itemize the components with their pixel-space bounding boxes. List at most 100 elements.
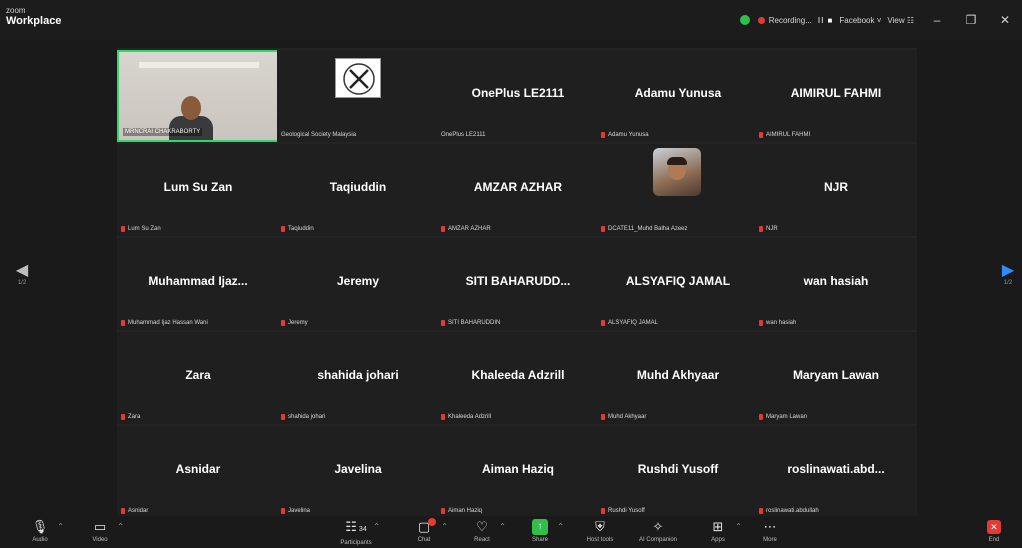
view-button[interactable]: View ☷: [887, 16, 914, 25]
participant-tile[interactable]: DCATE11_Muhd Balha Azeez: [597, 144, 759, 236]
mic-muted-icon: [601, 132, 605, 138]
mic-muted-icon: [601, 414, 605, 420]
share-options-caret-icon[interactable]: ⌃: [557, 522, 564, 531]
mic-muted-icon: [441, 320, 445, 326]
participant-tile[interactable]: Jeremy Jeremy: [277, 238, 439, 330]
participant-tile[interactable]: Taqiuddin Taqiuddin: [277, 144, 439, 236]
prev-page-button[interactable]: ◀ 1/2: [12, 262, 32, 288]
participant-label: Geological Society Malaysia: [281, 132, 357, 138]
share-label: Share: [531, 537, 548, 543]
share-button[interactable]: ↑ ⌃ Share: [514, 518, 566, 544]
participant-label: Maryam Lawan: [759, 414, 807, 420]
host-tools-label: Host tools: [586, 537, 614, 543]
mic-muted-icon: [441, 508, 445, 514]
recording-controls[interactable]: II ■: [818, 16, 834, 25]
meeting-toolbar: 🎙 ⌃ Audio ▭ ⌃ Video ☷ 34 ⌃ Participants ▢…: [0, 516, 1022, 548]
chat-unread-badge: [428, 518, 436, 526]
participants-options-caret-icon[interactable]: ⌃: [373, 522, 380, 531]
recording-status[interactable]: Recording...: [769, 16, 812, 25]
participant-tile[interactable]: OnePlus LE2111 OnePlus LE2111: [437, 50, 599, 142]
participant-tile[interactable]: wan hasiah wan hasiah: [755, 238, 917, 330]
ceiling-light: [139, 62, 259, 68]
participant-name: SITI BAHARUDD...: [465, 274, 571, 288]
mic-muted-icon: [281, 414, 285, 420]
participant-tile[interactable]: ALSYAFIQ JAMAL ALSYAFIQ JAMAL: [597, 238, 759, 330]
participant-name: Lum Su Zan: [163, 180, 233, 194]
participant-name: ALSYAFIQ JAMAL: [625, 274, 731, 288]
more-button[interactable]: ⋯ More: [744, 518, 796, 544]
participant-tile[interactable]: Muhd Akhyaar Muhd Akhyaar: [597, 332, 759, 424]
participant-label: Aiman Haziq: [441, 508, 482, 514]
participant-tile[interactable]: Zara Zara: [117, 332, 279, 424]
participant-name: Rushdi Yusoff: [637, 462, 719, 476]
apps-button[interactable]: ⊞ ⌃ Apps: [692, 518, 744, 544]
participants-button[interactable]: ☷ 34 ⌃ Participants: [330, 518, 382, 547]
participant-tile[interactable]: Javelina Javelina: [277, 426, 439, 518]
share-screen-icon: ↑: [532, 519, 548, 535]
security-shield-icon[interactable]: [739, 15, 750, 25]
participant-tile[interactable]: Lum Su Zan Lum Su Zan: [117, 144, 279, 236]
next-page-button[interactable]: ▶ 1/2: [998, 262, 1018, 288]
ai-companion-button[interactable]: ✧ AI Companion: [632, 518, 684, 544]
minimize-button[interactable]: –: [920, 13, 954, 27]
participant-tile[interactable]: shahida johari shahida johari: [277, 332, 439, 424]
participant-tile[interactable]: AMZAR AZHAR AMZAR AZHAR: [437, 144, 599, 236]
participant-name: NJR: [823, 180, 848, 194]
participant-tile[interactable]: AIMIRUL FAHMI AIMIRUL FAHMI: [755, 50, 917, 142]
apps-options-caret-icon[interactable]: ⌃: [735, 522, 742, 531]
participant-tile[interactable]: Rushdi Yusoff Rushdi Yusoff: [597, 426, 759, 518]
participant-label: Asnidar: [121, 508, 148, 514]
chat-label: Chat: [417, 537, 431, 543]
participant-tile[interactable]: NJR NJR: [755, 144, 917, 236]
app-brand: zoom Workplace: [6, 6, 62, 27]
participant-name: Taqiuddin: [329, 180, 387, 194]
video-button[interactable]: ▭ ⌃ Video: [74, 518, 126, 544]
participant-head: [181, 96, 201, 120]
participant-label: MRNCRAI CHAKRABORTY: [123, 128, 203, 136]
participant-label: Lum Su Zan: [121, 226, 161, 232]
participant-label: NJR: [759, 226, 778, 232]
video-options-caret-icon[interactable]: ⌃: [117, 522, 124, 531]
restore-button[interactable]: ❐: [954, 13, 988, 27]
mic-muted-icon: [601, 226, 605, 232]
mic-muted-icon: [601, 508, 605, 514]
audio-button[interactable]: 🎙 ⌃ Audio: [14, 518, 66, 544]
participant-tile[interactable]: SITI BAHARUDD... SITI BAHARUDDIN: [437, 238, 599, 330]
participant-label: wan hasiah: [759, 320, 796, 326]
gallery-view: MRNCRAI CHAKRABORTY Geological Society M…: [117, 48, 917, 518]
participant-label: AIMIRUL FAHMI: [759, 132, 810, 138]
chat-button[interactable]: ▢ ⌃ Chat: [398, 518, 450, 544]
react-button[interactable]: ♡ ⌃ React: [456, 518, 508, 544]
mic-muted-icon: [281, 508, 285, 514]
participant-name: Muhammad Ijaz...: [148, 274, 248, 288]
participant-tile[interactable]: Maryam Lawan Maryam Lawan: [755, 332, 917, 424]
close-button[interactable]: ✕: [988, 13, 1022, 27]
react-options-caret-icon[interactable]: ⌃: [499, 522, 506, 531]
participant-name: wan hasiah: [803, 274, 869, 288]
live-stream-facebook[interactable]: Facebook ˅: [839, 16, 881, 25]
participant-label: Muhd Akhyaar: [601, 414, 646, 420]
host-tools-button[interactable]: ⛨ Host tools: [574, 518, 626, 544]
audio-options-caret-icon[interactable]: ⌃: [57, 522, 64, 531]
mic-muted-icon: [759, 414, 763, 420]
participant-tile[interactable]: Khaleeda Adzrill Khaleeda Adzrill: [437, 332, 599, 424]
brand-workplace: Workplace: [6, 15, 62, 27]
end-meeting-button[interactable]: ✕ End: [968, 518, 1020, 544]
participant-tile[interactable]: MRNCRAI CHAKRABORTY: [117, 50, 279, 142]
participant-tile[interactable]: Asnidar Asnidar: [117, 426, 279, 518]
participant-tile[interactable]: roslinawati.abd... roslinawati.abdullah: [755, 426, 917, 518]
next-arrow-icon: ▶: [1001, 262, 1015, 279]
participant-tile[interactable]: Aiman Haziq Aiman Haziq: [437, 426, 599, 518]
participant-name: OnePlus LE2111: [471, 86, 565, 100]
participants-label: Participants: [340, 540, 372, 546]
participant-label: OnePlus LE2111: [441, 132, 486, 138]
more-dots-icon: ⋯: [763, 519, 777, 534]
participant-name: Aiman Haziq: [481, 462, 554, 476]
chat-options-caret-icon[interactable]: ⌃: [441, 522, 448, 531]
mic-muted-icon: [281, 226, 285, 232]
participant-avatar: [653, 148, 701, 196]
react-label: React: [474, 537, 490, 543]
participant-tile[interactable]: Geological Society Malaysia: [277, 50, 439, 142]
participant-tile[interactable]: Muhammad Ijaz... Muhammad Ijaz Hassan Wa…: [117, 238, 279, 330]
participant-tile[interactable]: Adamu Yunusa Adamu Yunusa: [597, 50, 759, 142]
